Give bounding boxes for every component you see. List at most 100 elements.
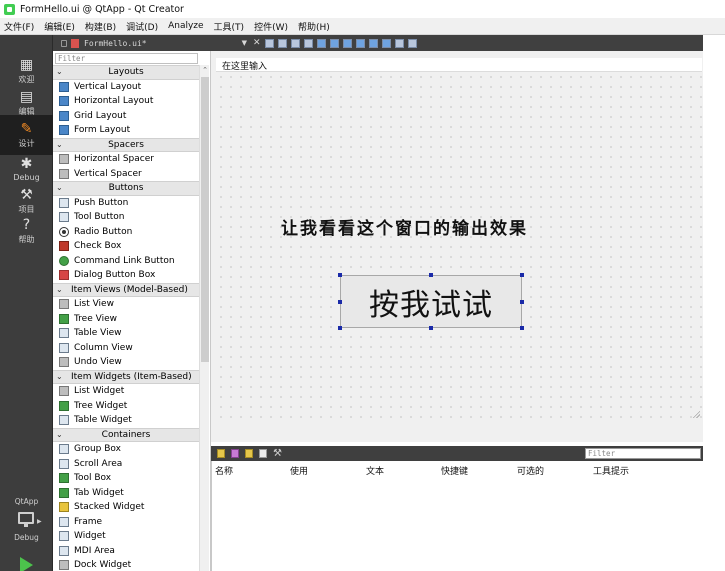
- menu-file[interactable]: 文件(F): [4, 20, 34, 33]
- list-item[interactable]: Tab Widget: [53, 486, 199, 501]
- document-dropdown-icon[interactable]: ▼: [242, 39, 247, 47]
- widget-filter-input[interactable]: Filter: [55, 53, 198, 64]
- menu-widgets[interactable]: 控件(W): [254, 20, 288, 33]
- selection-handle[interactable]: [520, 273, 524, 277]
- break-layout-icon[interactable]: [394, 38, 404, 48]
- widget-box-scrollbar[interactable]: ⌃: [199, 65, 209, 571]
- selection-handle[interactable]: [429, 273, 433, 277]
- list-item[interactable]: Vertical Spacer: [53, 167, 199, 182]
- edit-widgets-icon[interactable]: [264, 38, 274, 48]
- layout-form-icon[interactable]: [368, 38, 378, 48]
- configure-icon[interactable]: ⚒: [273, 448, 282, 459]
- layout-vertical-icon[interactable]: [329, 38, 339, 48]
- list-item[interactable]: Tree View: [53, 312, 199, 327]
- menu-edit[interactable]: 编辑(E): [44, 20, 75, 33]
- list-item[interactable]: Column View: [53, 341, 199, 356]
- menu-tools[interactable]: 工具(T): [214, 20, 245, 33]
- list-item[interactable]: Stacked Widget: [53, 500, 199, 515]
- list-item[interactable]: Grid Layout: [53, 109, 199, 124]
- selection-handle[interactable]: [338, 300, 342, 304]
- adjust-size-icon[interactable]: [407, 38, 417, 48]
- category-spacers[interactable]: ⌄ Spacers: [53, 137, 199, 152]
- resize-grip[interactable]: [692, 410, 700, 418]
- menu-analyze[interactable]: Analyze: [168, 21, 203, 31]
- copy-action-icon[interactable]: [231, 449, 239, 458]
- list-item[interactable]: List Widget: [53, 384, 199, 399]
- list-item[interactable]: List View: [53, 297, 199, 312]
- kit-config-label[interactable]: Debug: [0, 533, 53, 542]
- chevron-down-icon: ⌄: [56, 429, 63, 439]
- list-item[interactable]: Vertical Layout: [53, 80, 199, 95]
- list-item[interactable]: Frame: [53, 515, 199, 530]
- scroll-thumb[interactable]: [201, 77, 209, 362]
- category-containers[interactable]: ⌄ Containers: [53, 427, 199, 442]
- kit-selector-arrow-icon[interactable]: ▶: [37, 518, 42, 525]
- list-item[interactable]: Tree Widget: [53, 399, 199, 414]
- list-item[interactable]: Table View: [53, 326, 199, 341]
- layout-grid-icon[interactable]: [381, 38, 391, 48]
- list-item[interactable]: Command Link Button: [53, 254, 199, 269]
- kit-project-label[interactable]: QtApp: [0, 497, 53, 506]
- monitor-icon[interactable]: [18, 512, 34, 524]
- list-item[interactable]: Undo View: [53, 355, 199, 370]
- list-item[interactable]: Check Box: [53, 239, 199, 254]
- list-item[interactable]: Push Button: [53, 196, 199, 211]
- type-here-menu[interactable]: 在这里输入: [220, 59, 270, 73]
- edit-signals-icon[interactable]: [277, 38, 287, 48]
- column-header[interactable]: 可选的: [517, 464, 544, 477]
- delete-action-icon[interactable]: [259, 449, 267, 458]
- run-button[interactable]: [20, 557, 33, 571]
- category-buttons[interactable]: ⌄ Buttons: [53, 181, 199, 196]
- push-button[interactable]: 按我试试: [340, 275, 522, 328]
- item-label: Stacked Widget: [74, 502, 145, 513]
- chevron-down-icon: ⌄: [56, 371, 63, 381]
- item-label: Command Link Button: [74, 255, 175, 266]
- layout-v-splitter-icon[interactable]: [355, 38, 365, 48]
- layout-h-splitter-icon[interactable]: [342, 38, 352, 48]
- list-item[interactable]: Widget: [53, 529, 199, 544]
- list-item[interactable]: Scroll Area: [53, 457, 199, 472]
- menu-build[interactable]: 构建(B): [85, 20, 116, 33]
- mode-help[interactable]: ? 帮助: [0, 211, 53, 251]
- new-action-icon[interactable]: [217, 449, 225, 458]
- list-item[interactable]: Group Box: [53, 442, 199, 457]
- list-item[interactable]: MDI Area: [53, 544, 199, 559]
- list-item[interactable]: Radio Button: [53, 225, 199, 240]
- column-header[interactable]: 快捷键: [441, 464, 468, 477]
- list-item[interactable]: Horizontal Layout: [53, 94, 199, 109]
- list-item[interactable]: Table Widget: [53, 413, 199, 428]
- close-document-icon[interactable]: ✕: [253, 38, 261, 48]
- edit-buddies-icon[interactable]: [290, 38, 300, 48]
- column-header[interactable]: 使用: [290, 464, 308, 477]
- category-label: Containers: [101, 429, 151, 440]
- output-label[interactable]: 让我看看这个窗口的输出效果: [281, 214, 601, 239]
- edit-tab-order-icon[interactable]: [303, 38, 313, 48]
- paste-action-icon[interactable]: [245, 449, 253, 458]
- list-item[interactable]: Tool Button: [53, 210, 199, 225]
- selection-handle[interactable]: [338, 326, 342, 330]
- list-item[interactable]: Form Layout: [53, 123, 199, 138]
- layout-horizontal-icon[interactable]: [316, 38, 326, 48]
- list-item[interactable]: Horizontal Spacer: [53, 152, 199, 167]
- document-icon: ▤: [19, 89, 34, 105]
- category-item-widgets[interactable]: ⌄ Item Widgets (Item-Based): [53, 369, 199, 384]
- category-layouts[interactable]: ⌄ Layouts: [53, 65, 199, 80]
- menu-help[interactable]: 帮助(H): [298, 20, 330, 33]
- column-header[interactable]: 文本: [366, 464, 384, 477]
- column-header[interactable]: 名称: [215, 464, 233, 477]
- scroll-up-icon[interactable]: ⌃: [200, 65, 210, 75]
- document-selector[interactable]: FormHello.ui*: [61, 38, 147, 48]
- list-item[interactable]: Tool Box: [53, 471, 199, 486]
- selection-handle[interactable]: [520, 300, 524, 304]
- selection-handle[interactable]: [338, 273, 342, 277]
- form-canvas[interactable]: 让我看看这个窗口的输出效果 按我试试: [216, 72, 702, 420]
- list-item[interactable]: Dialog Button Box: [53, 268, 199, 283]
- column-header[interactable]: 工具提示: [593, 464, 629, 477]
- action-filter-input[interactable]: Filter: [585, 448, 701, 459]
- selection-handle[interactable]: [520, 326, 524, 330]
- selection-handle[interactable]: [429, 326, 433, 330]
- chevron-down-icon: ⌄: [56, 139, 63, 149]
- category-item-views[interactable]: ⌄ Item Views (Model-Based): [53, 282, 199, 297]
- list-item[interactable]: Dock Widget: [53, 558, 199, 571]
- menu-debug[interactable]: 调试(D): [126, 20, 158, 33]
